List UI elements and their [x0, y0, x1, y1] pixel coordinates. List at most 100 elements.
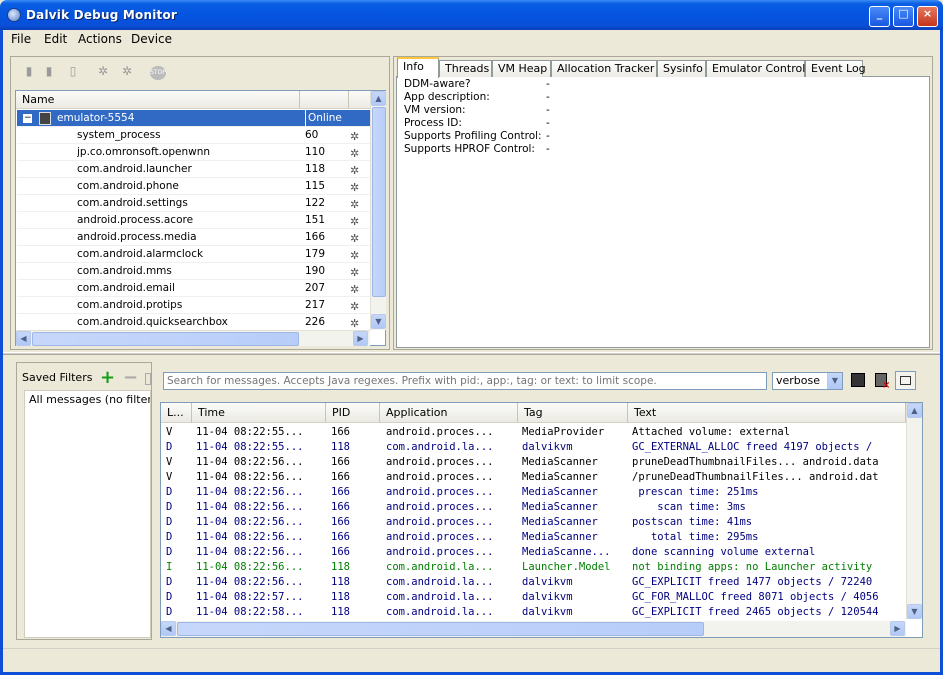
scroll-right-icon[interactable]: ▶ [353, 331, 368, 346]
log-row[interactable]: D 11-04 08:22:58... 118 com.android.la... da… [161, 605, 907, 620]
process-row[interactable]: com.android.email 207 ✲ [17, 280, 370, 297]
log-row[interactable]: V 11-04 08:22:55... 166 android.proces... Me… [161, 425, 907, 440]
process-row[interactable]: android.process.media 166 ✲ [17, 229, 370, 246]
minimize-button[interactable]: _ [869, 6, 890, 27]
column-pid-header[interactable]: PID [326, 403, 380, 423]
log-row[interactable]: D 11-04 08:22:56... 166 android.proces... Me… [161, 545, 907, 560]
process-row[interactable]: com.android.quicksearchbox 226 ✲ [17, 314, 370, 331]
log-text: pruneDeadThumbnailFiles... android.data [632, 456, 879, 468]
log-hscroll[interactable]: ◀ ▶ [161, 621, 906, 637]
tab-sysinfo[interactable]: Sysinfo [657, 60, 706, 77]
info-label: Process ID: [404, 117, 462, 129]
scroll-up-icon[interactable]: ▲ [371, 91, 386, 106]
dump-hprof-icon[interactable]: ▯ [66, 64, 80, 80]
menu-edit[interactable]: Edit [44, 32, 67, 46]
log-row[interactable]: V 11-04 08:22:56... 166 android.proces... Me… [161, 455, 907, 470]
add-filter-icon[interactable]: + [100, 367, 115, 388]
device-list-hscroll[interactable]: ◀ ▶ [16, 330, 370, 346]
bug-icon: ✲ [350, 164, 360, 177]
log-search-input[interactable] [163, 372, 767, 390]
split-divider[interactable] [3, 352, 940, 355]
column-name-header[interactable]: Name [16, 91, 300, 109]
log-scroll-down-icon[interactable]: ▼ [907, 604, 922, 619]
scroll-left-icon[interactable]: ◀ [16, 331, 31, 346]
column-level-header[interactable]: L... [161, 403, 192, 423]
process-row[interactable]: com.android.phone 115 ✲ [17, 178, 370, 195]
log-row[interactable]: I 11-04 08:22:56... 118 com.android.la... La… [161, 560, 907, 575]
log-row[interactable]: D 11-04 08:22:56... 166 android.proces... Me… [161, 500, 907, 515]
log-tag: MediaScanner [522, 486, 598, 498]
log-row[interactable]: D 11-04 08:22:56... 166 android.proces... Me… [161, 515, 907, 530]
cause-gc-icon[interactable]: ✲ [96, 64, 110, 80]
remove-filter-icon[interactable]: − [123, 367, 138, 388]
log-row[interactable]: V 11-04 08:22:56... 166 android.proces... Me… [161, 470, 907, 485]
bug-icon: ✲ [350, 300, 360, 313]
process-row[interactable]: com.android.protips 217 ✲ [17, 297, 370, 314]
menu-device[interactable]: Device [131, 32, 172, 46]
column-time-header[interactable]: Time [192, 403, 326, 423]
process-row[interactable]: jp.co.omronsoft.openwnn 110 ✲ [17, 144, 370, 161]
bug-icon: ✲ [350, 249, 360, 262]
tab-emulator-control[interactable]: Emulator Control [706, 60, 805, 77]
log-row[interactable]: D 11-04 08:22:55... 118 com.android.la... da… [161, 440, 907, 455]
filter-item-all[interactable]: All messages (no filters [29, 393, 150, 406]
column-extra-header[interactable] [349, 91, 370, 109]
collapse-icon[interactable]: − [23, 114, 32, 123]
log-level-select[interactable]: verbose ▼ [772, 372, 843, 390]
process-row[interactable]: system_process 60 ✲ [17, 127, 370, 144]
log-tag: MediaScanner [522, 531, 598, 543]
maximize-button[interactable]: □ [893, 6, 914, 27]
tab-allocation-tracker[interactable]: Allocation Tracker [551, 60, 657, 77]
column-application-header[interactable]: Application [380, 403, 518, 423]
update-heap-icon[interactable]: ▮ [42, 64, 56, 80]
process-row[interactable]: com.android.alarmclock 179 ✲ [17, 246, 370, 263]
process-row[interactable]: com.android.mms 190 ✲ [17, 263, 370, 280]
hscroll-thumb[interactable] [32, 332, 299, 346]
tab-event-log[interactable]: Event Log [805, 60, 866, 77]
log-level-value: verbose [776, 374, 821, 387]
close-button[interactable]: × [917, 6, 938, 27]
info-label: Supports Profiling Control: [404, 130, 542, 142]
tab-info[interactable]: Info [397, 57, 439, 78]
tab-vm-heap[interactable]: VM Heap [492, 60, 551, 77]
log-text: GC_EXPLICIT freed 2465 objects / 120544 [632, 606, 879, 618]
save-log-icon[interactable] [851, 373, 865, 387]
process-name: jp.co.omronsoft.openwnn [77, 146, 211, 158]
process-row[interactable]: com.android.settings 122 ✲ [17, 195, 370, 212]
menu-actions[interactable]: Actions [78, 32, 122, 46]
device-row-emulator[interactable]: − emulator-5554 Online [17, 110, 370, 127]
log-row[interactable]: D 11-04 08:22:57... 118 com.android.la... da… [161, 590, 907, 605]
process-row[interactable]: com.android.launcher 118 ✲ [17, 161, 370, 178]
log-tag: MediaProvider [522, 426, 605, 438]
chevron-down-icon[interactable]: ▼ [827, 373, 842, 389]
edit-filter-icon[interactable] [145, 373, 151, 385]
log-hscroll-thumb[interactable] [177, 622, 704, 636]
stop-icon[interactable]: STOP [150, 66, 166, 80]
menu-file[interactable]: File [11, 32, 31, 46]
tab-threads[interactable]: Threads [439, 60, 492, 77]
info-label: VM version: [404, 104, 466, 116]
log-level: D [166, 486, 173, 498]
log-row[interactable]: D 11-04 08:22:56... 118 com.android.la... da… [161, 575, 907, 590]
toggle-filters-button[interactable] [895, 371, 916, 390]
scroll-thumb[interactable] [372, 107, 386, 297]
log-scroll-right-icon[interactable]: ▶ [890, 621, 905, 636]
log-row[interactable]: D 11-04 08:22:56... 166 android.proces... Me… [161, 530, 907, 545]
log-scroll-up-icon[interactable]: ▲ [907, 403, 922, 418]
log-row[interactable]: D 11-04 08:22:56... 166 android.proces... Me… [161, 485, 907, 500]
app-icon [7, 8, 21, 22]
column-pid-header[interactable] [300, 91, 349, 109]
info-label: DDM-aware? [404, 78, 471, 90]
column-text-header[interactable]: Text [628, 403, 906, 423]
log-time: 11-04 08:22:56... [196, 456, 304, 468]
scroll-down-icon[interactable]: ▼ [371, 314, 386, 329]
debug-icon[interactable]: ▮ [22, 64, 36, 80]
device-list-vscroll[interactable]: ▲ ▼ [370, 91, 386, 330]
update-threads-icon[interactable]: ✲ [120, 64, 134, 80]
process-row[interactable]: android.process.acore 151 ✲ [17, 212, 370, 229]
column-tag-header[interactable]: Tag [518, 403, 628, 423]
process-name: android.process.media [77, 231, 197, 243]
log-vscroll[interactable]: ▲ ▼ [906, 403, 922, 619]
log-scroll-left-icon[interactable]: ◀ [161, 621, 176, 636]
clear-log-icon[interactable]: × [875, 373, 890, 391]
